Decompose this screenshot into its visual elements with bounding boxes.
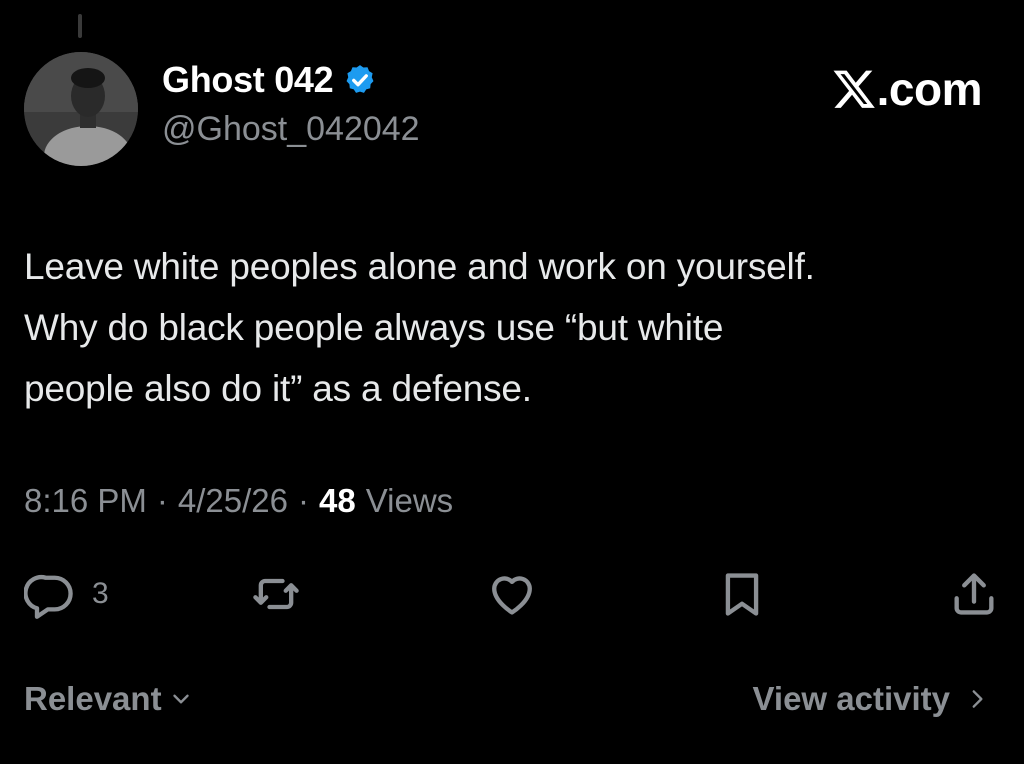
tweet-line: Leave white peoples alone and work on yo… bbox=[24, 246, 815, 287]
brand-watermark: .com bbox=[833, 63, 983, 115]
scroll-indicator bbox=[78, 14, 82, 38]
profile-photo bbox=[24, 52, 138, 166]
chevron-right-icon bbox=[964, 686, 990, 712]
reply-icon bbox=[24, 568, 76, 620]
share-button[interactable] bbox=[948, 566, 1000, 622]
x-logo-icon bbox=[833, 68, 875, 110]
tweet-actions: 3 bbox=[24, 566, 1000, 622]
tweet-date[interactable]: 4/25/26 bbox=[178, 482, 288, 520]
view-activity-link[interactable]: View activity bbox=[752, 680, 990, 718]
like-button[interactable] bbox=[486, 566, 538, 622]
author-name-row: Ghost 042 bbox=[162, 62, 377, 98]
repost-icon bbox=[250, 568, 302, 620]
tweet-time[interactable]: 8:16 PM bbox=[24, 482, 147, 520]
sort-replies-button[interactable]: Relevant bbox=[24, 680, 194, 718]
tweet-meta: 8:16 PM · 4/25/26 · 48 Views bbox=[24, 482, 453, 520]
sort-label: Relevant bbox=[24, 680, 162, 717]
author-handle[interactable]: @Ghost_042042 bbox=[162, 112, 420, 146]
verified-badge-icon bbox=[343, 63, 377, 97]
chevron-down-icon bbox=[168, 686, 194, 712]
heart-icon bbox=[486, 568, 538, 620]
meta-separator: · bbox=[156, 482, 168, 519]
bookmark-icon bbox=[716, 568, 768, 620]
views-label: Views bbox=[365, 482, 454, 519]
brand-text: .com bbox=[876, 63, 983, 115]
views-count: 48 bbox=[319, 482, 356, 519]
repost-button[interactable] bbox=[250, 566, 302, 622]
reply-button[interactable]: 3 bbox=[24, 566, 109, 622]
reply-count: 3 bbox=[92, 577, 109, 610]
tweet-line: Why do black people always use “but whit… bbox=[24, 307, 724, 348]
avatar[interactable] bbox=[24, 52, 138, 166]
bookmark-button[interactable] bbox=[716, 566, 768, 622]
meta-separator: · bbox=[298, 482, 310, 519]
display-name[interactable]: Ghost 042 bbox=[162, 62, 334, 98]
tweet-text: Leave white peoples alone and work on yo… bbox=[24, 236, 1014, 419]
tweet-line: people also do it” as a defense. bbox=[24, 368, 532, 409]
share-icon bbox=[948, 568, 1000, 620]
view-activity-label: View activity bbox=[752, 680, 950, 717]
